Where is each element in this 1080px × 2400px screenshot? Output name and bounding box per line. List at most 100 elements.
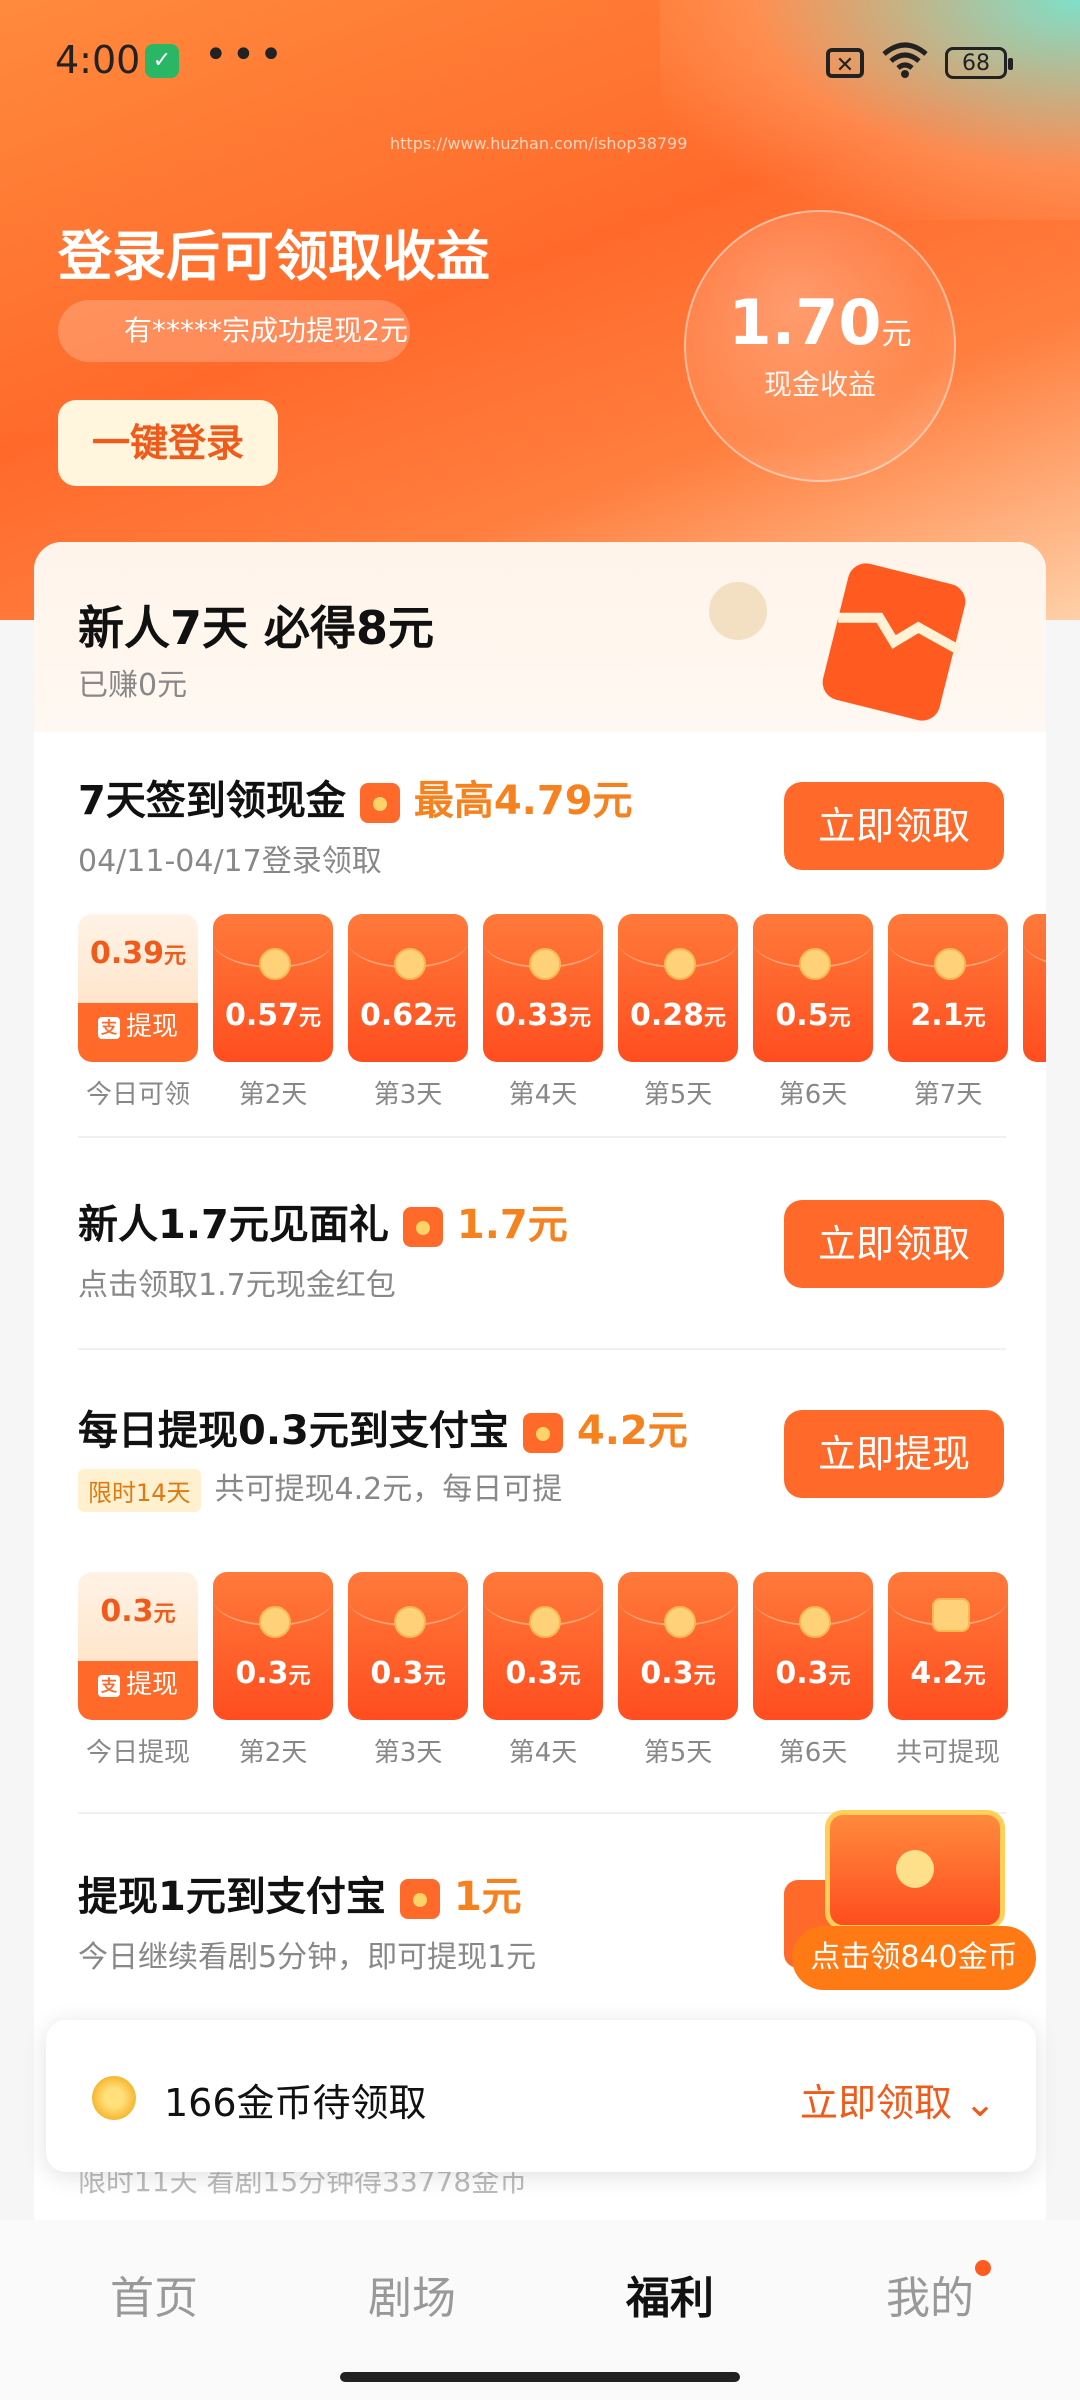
- day-item[interactable]: 0.3元第4天: [483, 1572, 603, 1769]
- day-label: 今日可领: [85, 1080, 190, 1110]
- day-item[interactable]: 4元第: [1023, 914, 1046, 1111]
- day-label: 共可提现: [895, 1738, 1000, 1768]
- more-dots-icon: •••: [204, 32, 287, 78]
- sign-in-sub: 04/11-04/17登录领取: [78, 844, 382, 879]
- login-title: 登录后可领取收益: [58, 225, 490, 288]
- day-item[interactable]: 0.3元支提现 今日提现: [78, 1572, 198, 1769]
- gold-coin-icon: [92, 2076, 136, 2120]
- day-item[interactable]: 0.33元第4天: [483, 914, 603, 1111]
- daily-withdraw-button[interactable]: 立即提现: [784, 1410, 1004, 1498]
- envelope-seal-icon: [934, 948, 966, 980]
- red-envelope: 4.2元: [888, 1572, 1008, 1720]
- day-item[interactable]: 0.5元第6天: [753, 914, 873, 1111]
- day-item[interactable]: 0.62元第3天: [348, 914, 468, 1111]
- day-item[interactable]: 0.3元 第3天: [348, 1572, 468, 1769]
- red-packet-icon: [522, 1413, 563, 1453]
- chevron-down-icon: ⌄: [964, 2081, 996, 2125]
- earnings-label: 现金收益: [763, 368, 876, 401]
- pending-coins-text: 166金币待领取: [164, 2081, 427, 2125]
- envelope-amount: 0.33元: [494, 998, 592, 1033]
- limited-tag: 限时14天: [78, 1469, 201, 1512]
- day-item[interactable]: 0.3元 第2天: [213, 1572, 333, 1769]
- no-sim-icon: ✕: [826, 48, 864, 78]
- notification-dot: [975, 2260, 991, 2276]
- envelope-seal-icon: [259, 948, 291, 980]
- day-label: 第5天: [643, 1080, 713, 1110]
- red-envelope: 0.33元: [483, 914, 603, 1062]
- pending-claim-button[interactable]: 立即领取 ⌄: [800, 2072, 996, 2127]
- tab-welfare[interactable]: 福利: [626, 2262, 714, 2326]
- tab-home[interactable]: 首页: [110, 2262, 198, 2326]
- envelope-seal-icon: [259, 1606, 291, 1638]
- envelope-amount: 0.62元: [359, 998, 457, 1033]
- red-packet-icon: [399, 1879, 440, 1919]
- red-envelope: 4元: [1023, 914, 1046, 1062]
- envelope-seal-icon: [799, 1606, 831, 1638]
- daily-withdraw-sub: 限时14天 共可提现4.2元，每日可提: [78, 1464, 562, 1512]
- day-label: 第5天: [643, 1738, 713, 1768]
- newbie-banner[interactable]: 新人7天 必得8元 已赚0元: [34, 542, 1046, 732]
- red-envelope: 0.3元: [753, 1572, 873, 1720]
- envelope-seal-icon: [394, 1606, 426, 1638]
- gift-claim-button[interactable]: 立即领取: [784, 1200, 1004, 1288]
- day-label: 今日提现: [85, 1738, 190, 1768]
- day-label: 第7天: [913, 1080, 983, 1110]
- tab-theater[interactable]: 剧场: [368, 2262, 456, 2326]
- day-item[interactable]: 0.3元 第5天: [618, 1572, 738, 1769]
- red-envelope: 0.3元: [213, 1572, 333, 1720]
- envelope-amount: 0.28元: [629, 998, 727, 1033]
- earnings-bubble[interactable]: 1.70元 现金收益: [684, 210, 956, 482]
- shield-icon: ✓: [145, 44, 179, 78]
- day-label: 第4天: [508, 1080, 578, 1110]
- tab-mine[interactable]: 我的: [886, 2262, 974, 2326]
- envelope-amount: 0.5元: [775, 998, 851, 1033]
- divider: [78, 1136, 1006, 1138]
- envelope-seal-icon: [664, 948, 696, 980]
- watermark-url: https://www.huzhan.com/ishop38799: [390, 134, 688, 153]
- chest-lock: [896, 1850, 934, 1888]
- day-item[interactable]: 0.28元第5天: [618, 914, 738, 1111]
- alipay-withdraw-label: 支提现: [78, 1006, 198, 1043]
- envelope-amount: 4元: [1023, 998, 1046, 1033]
- day-label: 第6天: [778, 1080, 848, 1110]
- gift-title: 新人1.7元见面礼 1.7元: [78, 1202, 568, 1248]
- withdraw-one-title: 提现1元到支付宝 1元: [78, 1874, 522, 1920]
- red-envelope: 0.28元: [618, 914, 738, 1062]
- envelope-amount: 0.57元: [224, 998, 322, 1033]
- daily-withdraw-days: 0.3元支提现 今日提现 0.3元 第2天 0.3元 第3天 0.3元 第4天 0.3元 第5天 0…: [78, 1572, 1046, 1772]
- day-item[interactable]: 0.57元 第2天: [213, 914, 333, 1111]
- envelope-amount: 0.3元: [775, 1656, 851, 1691]
- status-time: 4:00: [55, 38, 141, 82]
- alipay-icon: 支: [97, 1674, 120, 1697]
- day-item[interactable]: 0.3元 第6天: [753, 1572, 873, 1769]
- day-label: 第4天: [508, 1738, 578, 1768]
- pending-coins-bar[interactable]: 166金币待领取 立即领取 ⌄: [46, 2020, 1036, 2172]
- red-packet-icon: [402, 1207, 443, 1247]
- newbie-earned: 已赚0元: [78, 668, 188, 703]
- coin-promo-badge[interactable]: 点击领840金币: [792, 1926, 1036, 1990]
- envelope-amount: 4.2元: [910, 1656, 986, 1691]
- alipay-icon: 支: [97, 1016, 120, 1039]
- day-item[interactable]: 0.39元支提现 今日可领: [78, 914, 198, 1111]
- one-click-login-button[interactable]: 一键登录: [58, 400, 278, 486]
- day-item[interactable]: 4.2元共可提现: [888, 1572, 1008, 1769]
- envelope-seal-icon: [394, 948, 426, 980]
- sign-in-claim-button[interactable]: 立即领取: [784, 782, 1004, 870]
- earnings-amount: 1.70元: [728, 286, 912, 359]
- envelope-amount: 0.3元: [505, 1656, 581, 1691]
- red-envelope: 0.3元: [348, 1572, 468, 1720]
- red-envelope: 0.62元: [348, 914, 468, 1062]
- red-envelope: 2.1元: [888, 914, 1008, 1062]
- envelope-seal-icon: [529, 948, 561, 980]
- envelope-flap: [1023, 914, 1046, 968]
- red-envelope: 0.3元: [483, 1572, 603, 1720]
- daily-withdraw-title: 每日提现0.3元到支付宝 4.2元: [78, 1408, 688, 1454]
- day-label: 第3天: [373, 1080, 443, 1110]
- red-packet-icon: [359, 783, 400, 823]
- envelope-seal-icon: [529, 1606, 561, 1638]
- envelope-seal-icon: [664, 1606, 696, 1638]
- withdraw-one-sub: 今日继续看剧5分钟，即可提现1元: [78, 1940, 537, 1975]
- day-item[interactable]: 2.1元第7天: [888, 914, 1008, 1111]
- alipay-withdraw-label: 支提现: [78, 1664, 198, 1701]
- home-indicator[interactable]: [340, 2372, 740, 2382]
